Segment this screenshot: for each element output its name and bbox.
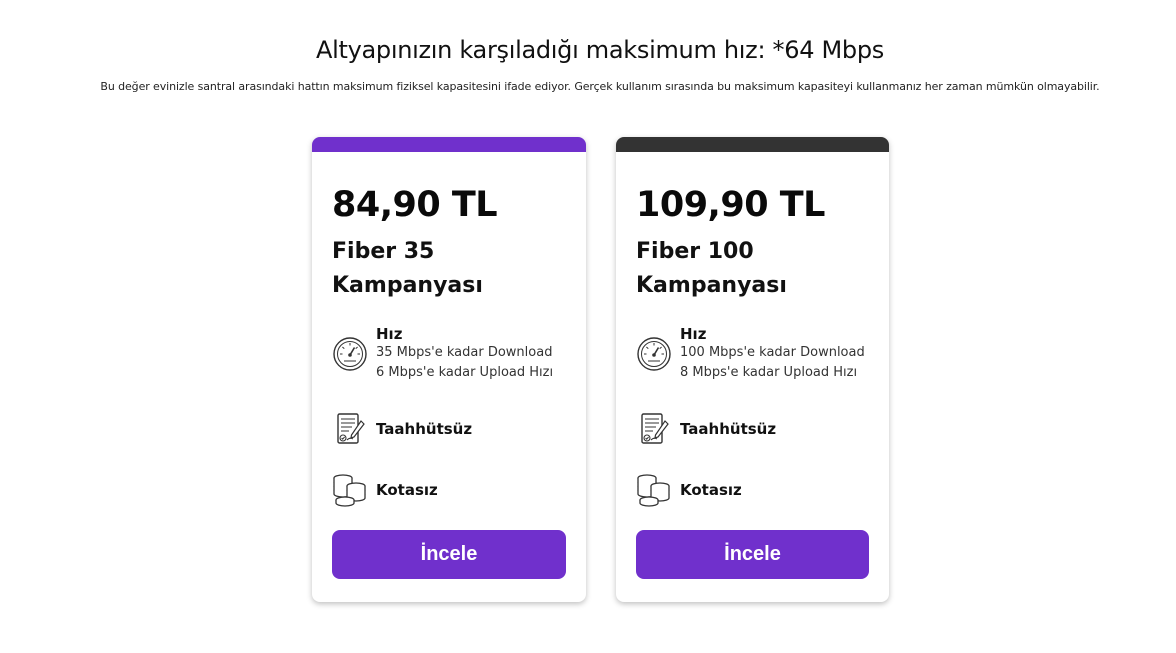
feature-commitment: Taahhütsüz <box>332 411 472 447</box>
feature-quota-label: Kotasız <box>376 481 438 499</box>
feature-download: 100 Mbps'e kadar Download <box>680 345 865 360</box>
feature-quota-label: Kotasız <box>680 481 742 499</box>
feature-commitment-label: Taahhütsüz <box>680 420 777 438</box>
speedometer-icon <box>636 336 672 372</box>
feature-download: 35 Mbps'e kadar Download <box>376 345 553 360</box>
plan-name: Fiber 100 Kampanyası <box>636 239 787 298</box>
plan-card-fiber-100: 109,90 TL Fiber 100 Kampanyası Hız 100 M… <box>616 137 889 602</box>
plan-price: 109,90 TL <box>636 185 825 225</box>
feature-quota: Kotasız <box>332 472 438 508</box>
page-subtitle: Bu değer evinizle santral arasındaki hat… <box>100 80 1100 93</box>
plan-name: Fiber 35 Kampanyası <box>332 239 483 298</box>
feature-speed-title: Hız <box>680 325 707 343</box>
card-top-bar <box>616 137 889 152</box>
plan-card-fiber-35: 84,90 TL Fiber 35 Kampanyası Hız 35 Mbps… <box>312 137 586 602</box>
feature-commitment-label: Taahhütsüz <box>376 420 473 438</box>
feature-quota: Kotasız <box>636 472 742 508</box>
speedometer-icon <box>332 336 368 372</box>
page: Altyapınızın karşıladığı maksimum hız: *… <box>0 0 1176 653</box>
feature-speed: Hız 100 Mbps'e kadar Download 8 Mbps'e k… <box>636 325 865 383</box>
contract-icon <box>332 411 368 447</box>
incele-button[interactable]: İncele <box>636 530 869 579</box>
coins-icon <box>636 472 672 508</box>
card-top-bar <box>312 137 586 152</box>
page-title: Altyapınızın karşıladığı maksimum hız: *… <box>315 36 885 64</box>
feature-commitment: Taahhütsüz <box>636 411 776 447</box>
incele-button[interactable]: İncele <box>332 530 566 579</box>
feature-upload: 8 Mbps'e kadar Upload Hızı <box>680 365 858 380</box>
coins-icon <box>332 472 368 508</box>
feature-speed-title: Hız <box>376 325 403 343</box>
feature-upload: 6 Mbps'e kadar Upload Hızı <box>376 365 554 380</box>
plan-price: 84,90 TL <box>332 185 498 225</box>
contract-icon <box>636 411 672 447</box>
feature-speed: Hız 35 Mbps'e kadar Download 6 Mbps'e ka… <box>332 325 553 383</box>
